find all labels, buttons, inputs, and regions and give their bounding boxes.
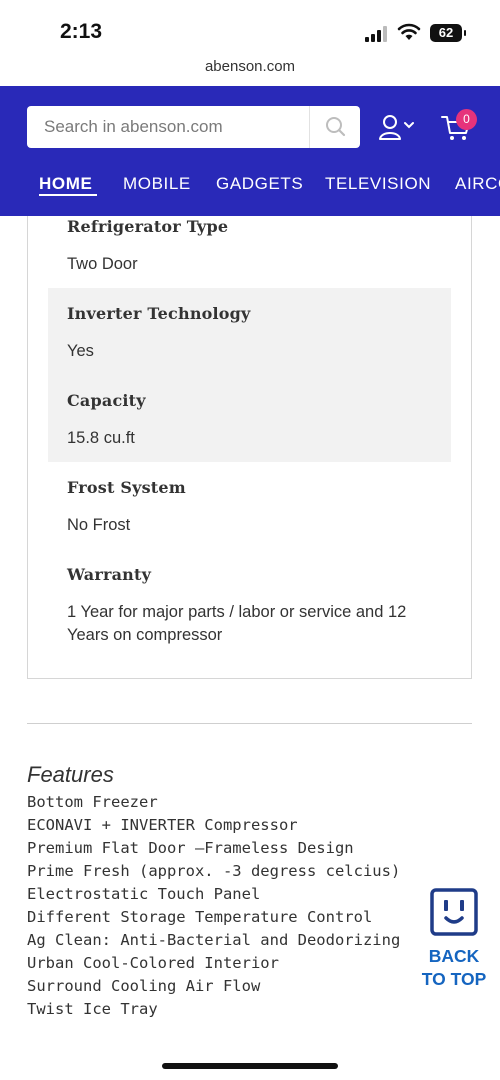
- battery-indicator: 62: [430, 24, 466, 42]
- search-icon: [326, 117, 346, 137]
- nav-item-television[interactable]: TELEVISION: [325, 174, 431, 194]
- spec-value-capacity: 15.8 cu.ft: [67, 429, 135, 447]
- cellular-signal-icon: [365, 26, 387, 42]
- status-time: 2:13: [60, 20, 103, 43]
- feature-item: Surround Cooling Air Flow: [27, 977, 261, 995]
- features-list: Bottom Freezer ECONAVI + INVERTER Compre…: [27, 792, 400, 1022]
- search-input[interactable]: [27, 106, 307, 148]
- spec-label-refrigerator-type: Refrigerator Type: [67, 217, 229, 236]
- home-indicator[interactable]: [162, 1063, 338, 1069]
- nav-item-home[interactable]: HOME: [39, 174, 92, 194]
- spec-label-frost-system: Frost System: [67, 478, 186, 497]
- back-to-top-line1: BACK: [428, 946, 480, 966]
- features-heading: Features: [27, 762, 114, 787]
- spec-value-inverter-technology: Yes: [67, 342, 94, 360]
- browser-url[interactable]: abenson.com: [0, 58, 500, 86]
- search-button[interactable]: [309, 106, 360, 148]
- spec-value-frost-system: No Frost: [67, 516, 131, 534]
- spec-label-inverter-technology: Inverter Technology: [67, 304, 251, 323]
- spec-label-warranty: Warranty: [67, 565, 152, 584]
- back-to-top-button[interactable]: BACK TO TOP: [418, 888, 490, 992]
- spec-value-warranty: 1 Year for major parts / labor or servic…: [67, 603, 407, 644]
- feature-item: Twist Ice Tray: [27, 1000, 158, 1018]
- category-nav: HOME MOBILE GADGETS TELEVISION AIRCON: [0, 174, 500, 202]
- section-divider: [27, 723, 472, 724]
- back-to-top-line2: TO TOP: [421, 969, 487, 989]
- spec-value-refrigerator-type: Two Door: [67, 255, 138, 273]
- back-to-top-label: BACK TO TOP: [418, 945, 490, 991]
- site-header: HOME MOBILE GADGETS TELEVISION AIRCON: [0, 86, 500, 216]
- active-nav-underline: [39, 194, 97, 196]
- feature-item: ECONAVI + INVERTER Compressor: [27, 816, 298, 834]
- feature-item: Different Storage Temperature Control: [27, 908, 373, 926]
- feature-item: Urban Cool-Colored Interior: [27, 954, 279, 972]
- spec-label-capacity: Capacity: [67, 391, 146, 410]
- wifi-icon: [397, 23, 421, 40]
- feature-item: Bottom Freezer: [27, 793, 158, 811]
- feature-item: Ag Clean: Anti-Bacterial and Deodorizing: [27, 931, 401, 949]
- feature-item: Electrostatic Touch Panel: [27, 885, 261, 903]
- search-box: [27, 106, 360, 148]
- nav-item-aircon[interactable]: AIRCON: [455, 174, 500, 194]
- nav-item-mobile[interactable]: MOBILE: [123, 174, 191, 194]
- account-icon[interactable]: [378, 114, 418, 142]
- feature-item: Premium Flat Door –Frameless Design: [27, 839, 354, 857]
- outlet-face-icon: [430, 888, 478, 936]
- cart-count-badge: 0: [456, 109, 477, 130]
- status-bar: 2:13 62: [0, 0, 500, 60]
- feature-item: Prime Fresh (approx. -3 degress celcius): [27, 862, 401, 880]
- nav-item-gadgets[interactable]: GADGETS: [216, 174, 303, 194]
